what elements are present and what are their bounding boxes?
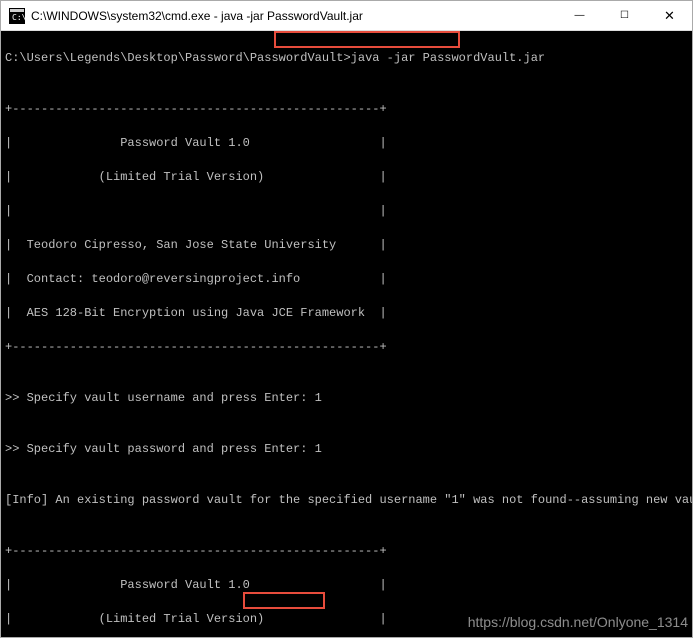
prompt-line: C:\Users\Legends\Desktop\Password\Passwo… (5, 50, 688, 67)
titlebar[interactable]: C:\ C:\WINDOWS\system32\cmd.exe - java -… (1, 1, 692, 31)
close-button[interactable]: ✕ (647, 1, 692, 30)
terminal-area[interactable]: C:\Users\Legends\Desktop\Password\Passwo… (1, 31, 692, 637)
banner-border: +---------------------------------------… (5, 543, 688, 560)
svg-text:C:\: C:\ (12, 13, 25, 22)
prompt-path: C:\Users\Legends\Desktop\Password\Passwo… (5, 51, 336, 65)
prompt-spec-password: >> Specify vault password and press Ente… (5, 441, 688, 458)
prompt-spec-username: >> Specify vault username and press Ente… (5, 390, 688, 407)
watermark-text: https://blog.csdn.net/Onlyone_1314 (468, 614, 688, 631)
banner-blank: | | (5, 203, 688, 220)
highlight-command-box (274, 31, 460, 48)
banner-encryption: | AES 128-Bit Encryption using Java JCE … (5, 305, 688, 322)
cmd-window: C:\ C:\WINDOWS\system32\cmd.exe - java -… (0, 0, 693, 638)
cmd-icon: C:\ (9, 8, 25, 24)
banner-author: | Teodoro Cipresso, San Jose State Unive… (5, 237, 688, 254)
window-controls: — ☐ ✕ (557, 1, 692, 30)
banner-title: | Password Vault 1.0 | (5, 577, 688, 594)
banner-border: +---------------------------------------… (5, 101, 688, 118)
minimize-button[interactable]: — (557, 1, 602, 30)
highlight-option-box (243, 592, 325, 609)
prompt-command: t>java -jar PasswordVault.jar (336, 51, 545, 65)
banner-border: +---------------------------------------… (5, 339, 688, 356)
info-vault-notfound: [Info] An existing password vault for th… (5, 492, 688, 509)
banner-title: | Password Vault 1.0 | (5, 135, 688, 152)
banner-contact: | Contact: teodoro@reversingproject.info… (5, 271, 688, 288)
banner-subtitle: | (Limited Trial Version) | (5, 169, 688, 186)
maximize-button[interactable]: ☐ (602, 1, 647, 30)
window-title: C:\WINDOWS\system32\cmd.exe - java -jar … (31, 9, 557, 23)
